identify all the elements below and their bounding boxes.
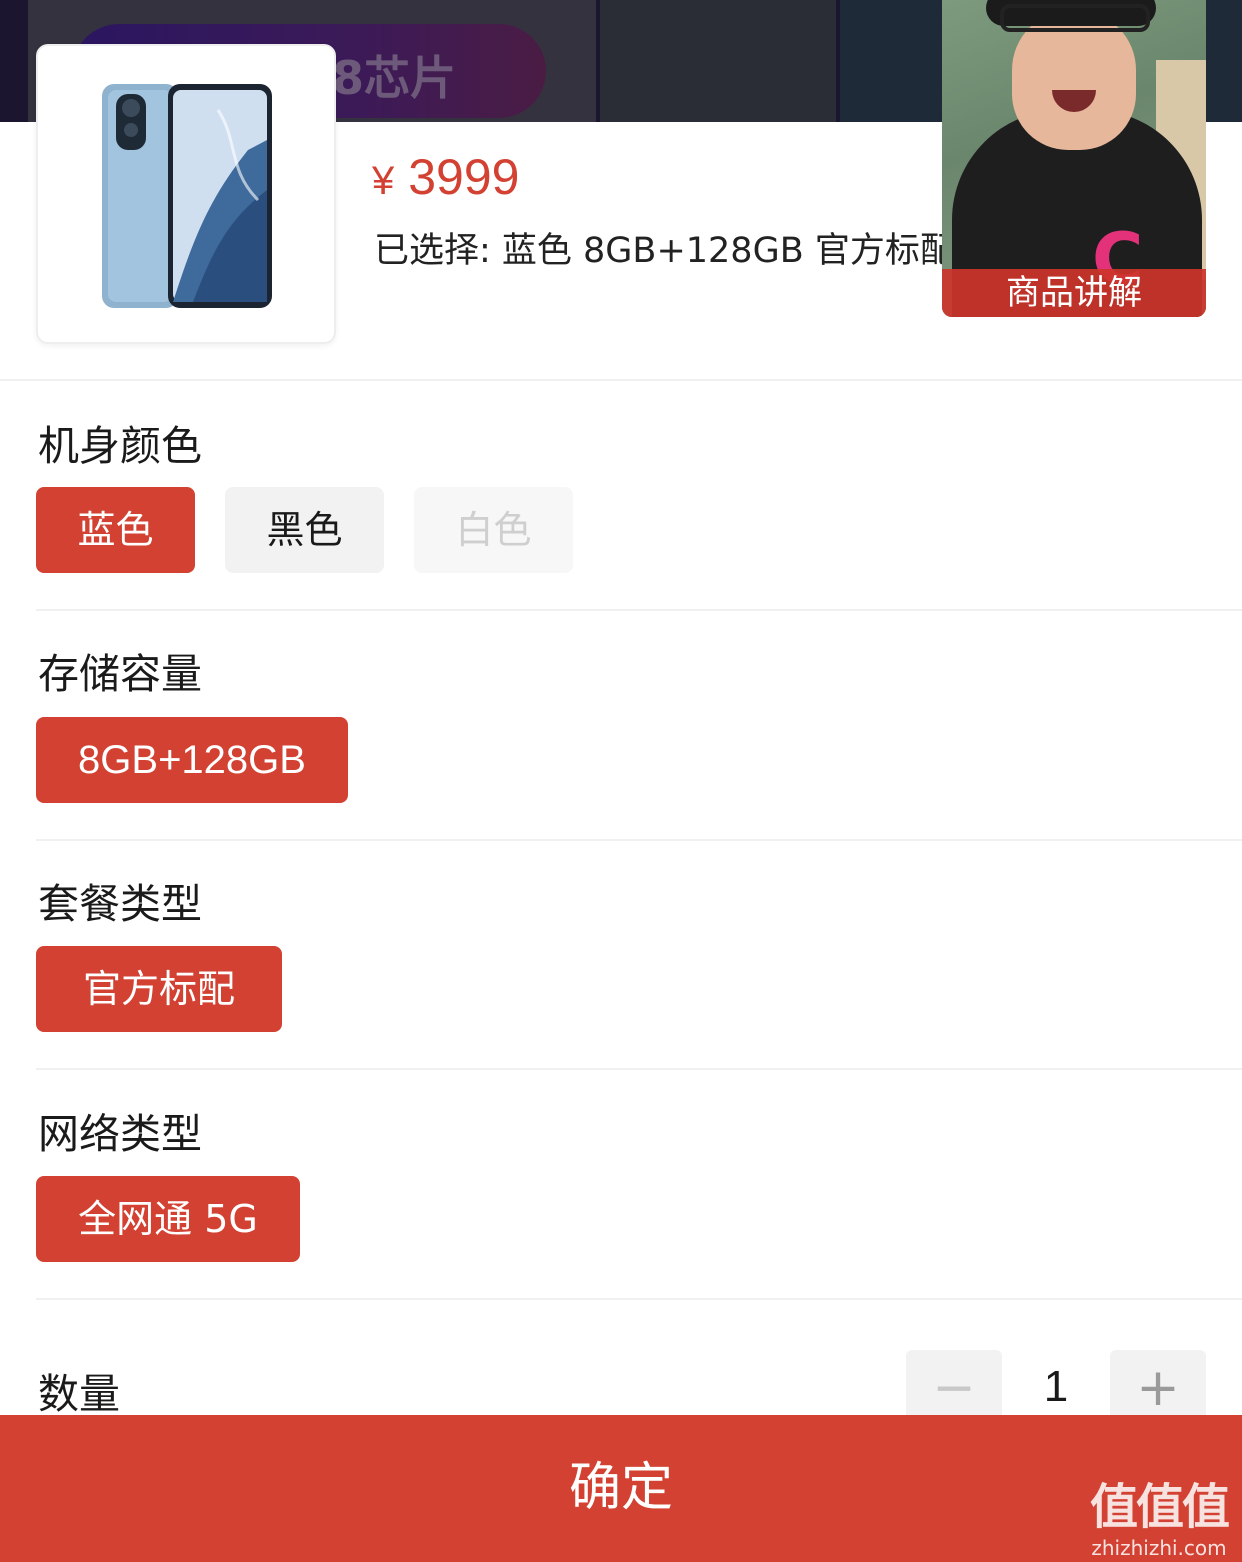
live-explainer-video[interactable]: C 商品讲解 bbox=[942, 0, 1206, 317]
plus-icon: + bbox=[1136, 1358, 1180, 1418]
option-package-standard[interactable]: 官方标配 bbox=[36, 946, 282, 1032]
watermark-brand: 值值值 bbox=[1089, 1479, 1230, 1535]
presenter-mouth bbox=[1052, 90, 1096, 112]
price-value: 3999 bbox=[408, 149, 520, 205]
price: ¥3999 bbox=[372, 148, 519, 206]
phone-image-icon bbox=[102, 84, 272, 308]
section-title-package: 套餐类型 bbox=[38, 880, 202, 928]
option-color-white[interactable]: 白色 bbox=[414, 487, 573, 573]
banner-panel-middle bbox=[600, 0, 836, 122]
price-currency: ¥ bbox=[372, 159, 395, 203]
section-title-storage: 存储容量 bbox=[38, 650, 202, 698]
option-color-blue[interactable]: 蓝色 bbox=[36, 487, 195, 573]
option-storage-8gb-128gb[interactable]: 8GB+128GB bbox=[36, 717, 348, 803]
selected-summary: 已选择: 蓝色 8GB+128GB 官方标配 全网通5G bbox=[374, 231, 944, 271]
option-network-5g[interactable]: 全网通 5G bbox=[36, 1176, 300, 1262]
divider-network bbox=[36, 1298, 1242, 1300]
section-title-color: 机身颜色 bbox=[38, 422, 202, 470]
sku-selection-sheet: ¥3999 已选择: 蓝色 8GB+128GB 官方标配 全网通5G C 商品讲… bbox=[0, 0, 1242, 1562]
live-explainer-caption[interactable]: 商品讲解 bbox=[942, 269, 1206, 317]
section-title-network: 网络类型 bbox=[38, 1110, 202, 1158]
quantity-value[interactable]: 1 bbox=[1002, 1362, 1110, 1412]
header-divider bbox=[0, 379, 1242, 381]
divider-storage bbox=[36, 839, 1242, 841]
confirm-label: 确定 bbox=[568, 1458, 673, 1518]
site-watermark: 值值值 zhizhizhi.com bbox=[1084, 1478, 1234, 1560]
product-thumbnail bbox=[36, 44, 336, 344]
option-color-black[interactable]: 黑色 bbox=[225, 487, 384, 573]
divider-package bbox=[36, 1068, 1242, 1070]
presenter-glasses bbox=[1000, 4, 1150, 32]
watermark-domain: zhizhizhi.com bbox=[1091, 1536, 1227, 1560]
minus-icon: − bbox=[932, 1358, 976, 1418]
divider-color bbox=[36, 609, 1242, 611]
confirm-button[interactable]: 确定 bbox=[0, 1415, 1242, 1562]
section-title-quantity: 数量 bbox=[38, 1370, 120, 1418]
banner-pill-text: 8芯片 bbox=[331, 51, 456, 105]
